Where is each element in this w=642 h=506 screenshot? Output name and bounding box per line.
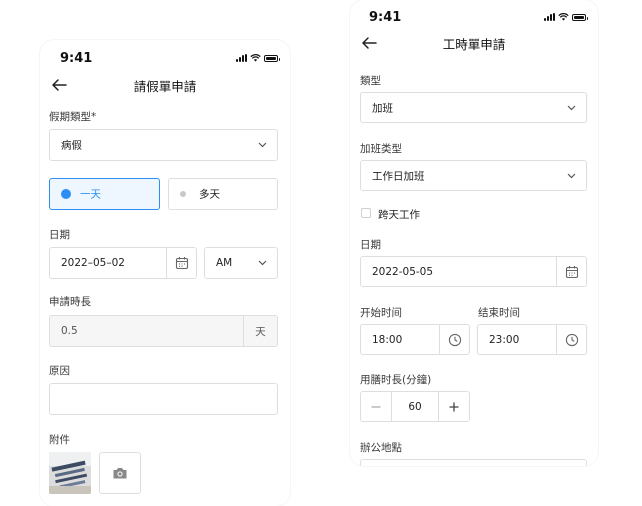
date-value: 2022–05–02 bbox=[61, 257, 125, 269]
wifi-icon bbox=[250, 54, 261, 62]
wifi-icon bbox=[558, 13, 569, 21]
calendar-icon bbox=[565, 265, 578, 278]
attachment-thumbnail[interactable] bbox=[49, 452, 91, 494]
type-value: 加班 bbox=[372, 102, 393, 114]
date-picker-button[interactable] bbox=[556, 257, 586, 286]
duration-option-label: 多天 bbox=[199, 188, 220, 201]
page-title: 請假單申請 bbox=[133, 79, 197, 94]
reason-label: 原因 bbox=[49, 365, 70, 377]
overtime-type-select[interactable]: 工作日加班 bbox=[360, 160, 587, 191]
leave-type-value: 病假 bbox=[61, 139, 82, 152]
meal-duration-label: 用膳时長(分鐘) bbox=[360, 374, 432, 386]
hours-unit: 天 bbox=[243, 316, 277, 346]
upload-photo-button[interactable] bbox=[99, 452, 141, 494]
start-time-value: 18:00 bbox=[372, 333, 403, 346]
end-time-value: 23:00 bbox=[489, 333, 520, 346]
start-time-label: 开始时间 bbox=[360, 307, 402, 319]
hours-field: 0.5 天 bbox=[49, 315, 278, 347]
period-value: AM bbox=[216, 257, 233, 269]
type-label: 類型 bbox=[360, 75, 381, 87]
page-title: 工時單申請 bbox=[442, 37, 506, 52]
date-label: 日期 bbox=[360, 239, 381, 251]
battery-icon bbox=[572, 14, 588, 21]
start-time-button[interactable] bbox=[439, 325, 469, 354]
chevron-down-icon bbox=[567, 105, 576, 110]
hours-value: 0.5 bbox=[61, 325, 78, 337]
chevron-down-icon bbox=[567, 173, 576, 178]
attachment-label: 附件 bbox=[49, 434, 70, 446]
duration-option-label: 一天 bbox=[80, 188, 101, 201]
end-time-label: 结束时间 bbox=[478, 307, 520, 319]
minus-icon bbox=[371, 405, 381, 408]
increment-button[interactable] bbox=[439, 392, 469, 421]
attachment-image bbox=[49, 452, 91, 494]
meal-duration-stepper[interactable]: 60 bbox=[360, 391, 470, 422]
date-label: 日期 bbox=[49, 229, 70, 241]
overtime-type-value: 工作日加班 bbox=[372, 170, 425, 182]
status-time: 9:41 bbox=[60, 51, 93, 66]
duration-option-one-day[interactable]: 一天 bbox=[49, 178, 160, 210]
chevron-down-icon bbox=[258, 142, 267, 148]
cross-day-checkbox[interactable] bbox=[361, 208, 371, 218]
duration-option-multi-day[interactable]: 多天 bbox=[168, 178, 278, 210]
leave-type-label: 假期類型* bbox=[49, 111, 97, 123]
plus-icon bbox=[449, 402, 459, 411]
start-time-picker[interactable]: 18:00 bbox=[360, 324, 470, 355]
status-icons bbox=[544, 13, 588, 21]
date-value: 2022-05-05 bbox=[372, 265, 434, 278]
calendar-icon bbox=[175, 257, 188, 270]
end-time-button[interactable] bbox=[556, 325, 586, 354]
status-icons bbox=[236, 54, 280, 62]
reason-input[interactable] bbox=[49, 383, 278, 415]
leave-type-select[interactable]: 病假 bbox=[49, 129, 278, 161]
date-picker-button[interactable] bbox=[166, 248, 196, 278]
end-time-picker[interactable]: 23:00 bbox=[477, 324, 587, 355]
date-picker[interactable]: 2022–05–02 bbox=[49, 247, 197, 279]
status-time: 9:41 bbox=[369, 10, 402, 25]
chevron-down-icon bbox=[258, 260, 267, 266]
radio-selected-icon bbox=[61, 189, 71, 199]
office-location-label: 辦公地點 bbox=[360, 442, 402, 454]
timesheet-request-screen: 9:41 工時單申請 類型 加班 加班类型 工作日加班 跨天工作 日期 2022… bbox=[350, 0, 598, 466]
radio-unselected-icon bbox=[180, 191, 186, 197]
date-picker[interactable]: 2022-05-05 bbox=[360, 256, 587, 287]
camera-icon bbox=[113, 468, 127, 479]
period-select[interactable]: AM bbox=[204, 247, 278, 279]
signal-icon bbox=[236, 54, 247, 62]
meal-duration-value[interactable]: 60 bbox=[391, 392, 439, 421]
nav-bar: 請假單申請 bbox=[40, 70, 290, 100]
battery-icon bbox=[264, 55, 280, 62]
cross-day-label: 跨天工作 bbox=[378, 209, 420, 221]
overtime-type-label: 加班类型 bbox=[360, 143, 402, 155]
clock-icon bbox=[448, 333, 461, 346]
hours-label: 申請時長 bbox=[49, 296, 91, 308]
type-select[interactable]: 加班 bbox=[360, 92, 587, 123]
nav-bar: 工時單申請 bbox=[350, 28, 598, 58]
signal-icon bbox=[544, 13, 555, 21]
office-location-field[interactable] bbox=[360, 459, 587, 466]
clock-icon bbox=[565, 333, 578, 346]
decrement-button[interactable] bbox=[361, 392, 391, 421]
leave-request-screen: 9:41 請假單申請 假期類型* 病假 一天 多天 日期 2022–05–02 … bbox=[40, 40, 290, 506]
